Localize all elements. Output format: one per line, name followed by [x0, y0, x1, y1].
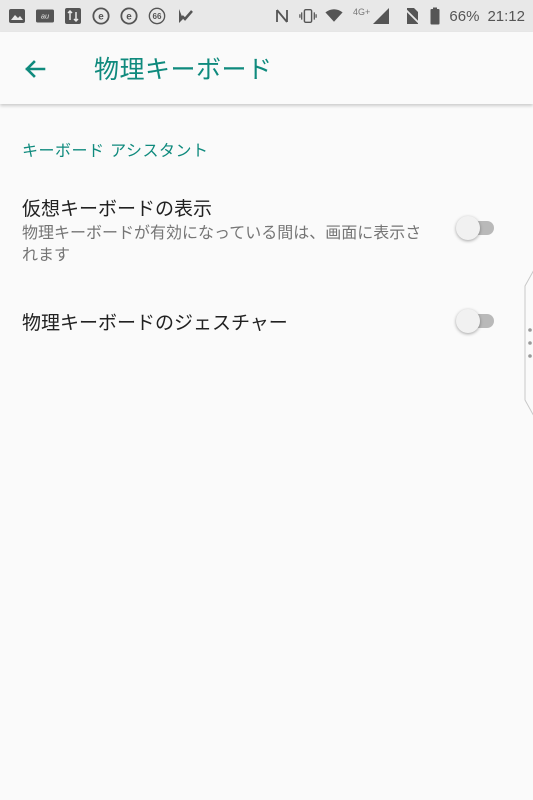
wifi-icon — [325, 7, 344, 25]
svg-text:au: au — [41, 11, 49, 20]
switch-thumb — [456, 216, 480, 240]
no-sim-icon — [403, 7, 421, 25]
setting-title: 物理キーボードのジェスチャー — [22, 312, 288, 334]
au-icon: au — [36, 7, 54, 25]
setting-title: 仮想キーボードの表示 — [22, 198, 213, 220]
network-type: 4G+ — [353, 7, 370, 17]
battery-percent: 66% — [449, 7, 480, 25]
check-app-icon — [176, 7, 194, 25]
app-bar: 物理キーボード — [0, 32, 533, 104]
system-icons: 4G+ 66% 21:12 — [273, 7, 525, 25]
section-header: キーボード アシスタント — [22, 141, 209, 160]
back-button[interactable] — [20, 54, 50, 84]
nfc-icon — [273, 7, 291, 25]
photo-icon — [8, 7, 26, 25]
svg-text:e: e — [98, 12, 104, 23]
vibrate-icon — [299, 7, 318, 25]
svg-text:66: 66 — [153, 12, 162, 21]
page-title: 物理キーボード — [94, 55, 273, 84]
status-bar: au e e 66 4G+ 66% 21:12 — [0, 0, 533, 32]
edge-panel-handle[interactable] — [521, 268, 533, 418]
signal-icon: 4G+ — [351, 7, 395, 25]
arrow-back-icon — [25, 60, 46, 78]
setting-virtual-keyboard[interactable]: 仮想キーボードの表示 物理キーボードが有効になっている間は、画面に表示されます — [0, 180, 533, 280]
transfer-icon — [64, 7, 82, 25]
clock: 21:12 — [487, 7, 525, 25]
66-icon: 66 — [148, 7, 166, 25]
battery-icon — [429, 7, 441, 25]
keyboard-gestures-switch[interactable] — [456, 307, 496, 335]
setting-keyboard-gestures[interactable]: 物理キーボードのジェスチャー — [0, 292, 533, 352]
virtual-keyboard-switch[interactable] — [456, 214, 496, 242]
e-icon: e — [92, 7, 110, 25]
setting-summary: 物理キーボードが有効になっている間は、画面に表示されます — [22, 223, 422, 264]
svg-text:e: e — [126, 12, 132, 23]
notification-icons: au e e 66 — [8, 7, 273, 25]
e-icon: e — [120, 7, 138, 25]
switch-thumb — [456, 309, 480, 333]
